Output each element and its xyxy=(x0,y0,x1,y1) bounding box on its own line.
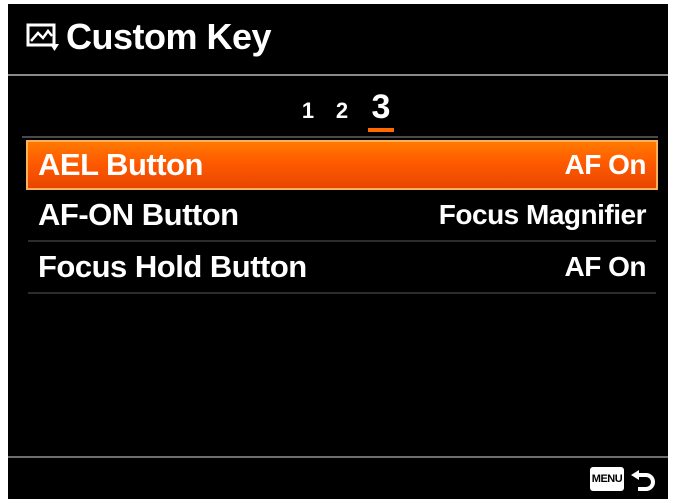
menu-item-af-on-button[interactable]: AF-ON Button Focus Magnifier xyxy=(28,190,656,242)
footer: MENU xyxy=(8,459,668,499)
menu-item-focus-hold-button[interactable]: Focus Hold Button AF On xyxy=(28,242,656,294)
menu-item-label: Focus Hold Button xyxy=(38,249,307,284)
camera-menu-screen: Custom Key 1 2 3 AEL Button AF On AF-ON … xyxy=(8,4,668,499)
menu-item-value: Focus Magnifier xyxy=(438,199,647,230)
header: Custom Key xyxy=(8,4,668,72)
camera-settings-icon xyxy=(26,23,59,51)
active-tab-indicator xyxy=(368,128,394,132)
page-tabs: 1 2 3 xyxy=(8,88,668,132)
page-tab-1[interactable]: 1 xyxy=(298,98,318,124)
tabs-divider xyxy=(22,136,658,138)
menu-item-value: AF On xyxy=(564,251,647,282)
menu-key-icon[interactable]: MENU xyxy=(590,467,624,491)
back-arrow-icon[interactable] xyxy=(628,465,658,495)
menu-item-value: AF On xyxy=(564,149,647,180)
menu-item-label: AF-ON Button xyxy=(38,197,239,232)
header-divider xyxy=(8,74,668,76)
footer-divider xyxy=(8,456,668,458)
page-tab-3[interactable]: 3 xyxy=(366,88,396,127)
menu-list: AEL Button AF On AF-ON Button Focus Magn… xyxy=(26,140,658,294)
menu-item-label: AEL Button xyxy=(38,147,203,182)
page-title: Custom Key xyxy=(66,16,272,57)
page-tab-2[interactable]: 2 xyxy=(332,98,352,124)
menu-item-ael-button[interactable]: AEL Button AF On xyxy=(26,140,658,190)
